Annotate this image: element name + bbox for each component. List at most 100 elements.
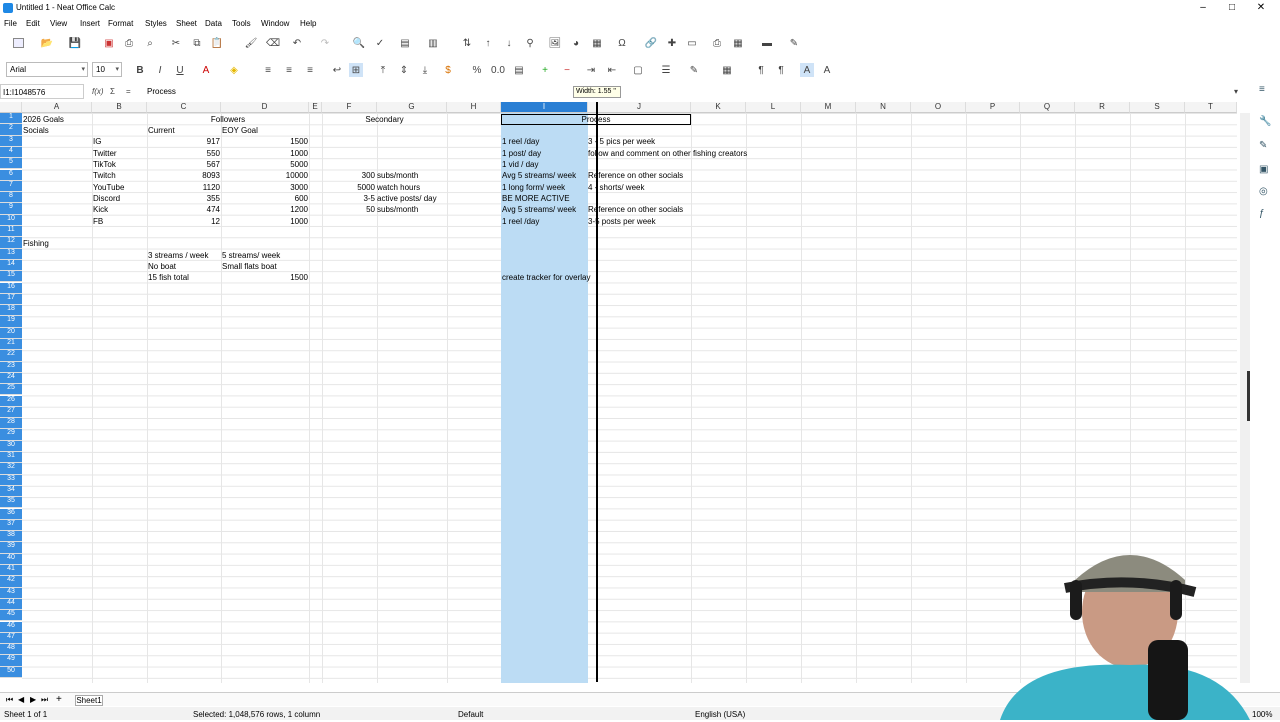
insert-image-icon[interactable]: 🖼 bbox=[548, 36, 562, 50]
delete-decimal-icon[interactable]: − bbox=[560, 63, 574, 77]
row-header[interactable]: 14 bbox=[0, 259, 22, 272]
menu-edit[interactable]: Edit bbox=[26, 19, 40, 28]
formatting-marks-icon[interactable]: ¶ bbox=[754, 63, 768, 77]
cell-c9[interactable]: 474 bbox=[147, 204, 220, 215]
cell-b6[interactable]: Twitch bbox=[93, 170, 116, 181]
col-header-c[interactable]: C bbox=[147, 102, 221, 113]
cell-c6[interactable]: 8093 bbox=[147, 170, 220, 181]
scrollbar-thumb[interactable] bbox=[1247, 371, 1250, 421]
col-header-d[interactable]: D bbox=[221, 102, 309, 113]
row-header[interactable]: 18 bbox=[0, 305, 22, 317]
navigator-icon[interactable]: ◎ bbox=[1259, 186, 1273, 200]
row-header[interactable]: 28 bbox=[0, 418, 22, 430]
cell-j6[interactable]: Reference on other socials bbox=[588, 170, 683, 181]
cell-c13[interactable]: 3 streams / week bbox=[148, 250, 208, 261]
cell-f1[interactable]: Secondary bbox=[322, 114, 447, 125]
row-header[interactable]: 16 bbox=[0, 282, 22, 294]
cell-b8[interactable]: Discord bbox=[93, 193, 120, 204]
conditional-format-icon[interactable]: ▦ bbox=[720, 63, 734, 77]
close-icon[interactable]: ✕ bbox=[1254, 2, 1268, 13]
row-header[interactable]: 26 bbox=[0, 395, 22, 407]
add-sheet-icon[interactable]: + bbox=[56, 694, 62, 705]
maximize-icon[interactable]: □ bbox=[1225, 2, 1239, 13]
gallery-icon[interactable]: ▣ bbox=[1259, 164, 1273, 178]
chevron-down-icon[interactable]: ▾ bbox=[81, 65, 85, 73]
clone-formatting-icon[interactable]: 🖌 bbox=[244, 36, 258, 50]
col-header-j[interactable]: J bbox=[588, 102, 691, 113]
cell-c8[interactable]: 355 bbox=[147, 193, 220, 204]
cell-c1[interactable]: Followers bbox=[147, 114, 309, 125]
cell-i6[interactable]: Avg 5 streams/ week bbox=[502, 170, 576, 181]
special-character-icon[interactable]: Ω bbox=[615, 36, 629, 50]
tab-sheet1[interactable]: Sheet1 bbox=[75, 695, 103, 706]
text-wrap-icon[interactable]: A bbox=[800, 63, 814, 77]
percent-icon[interactable]: % bbox=[470, 63, 484, 77]
cell-d2[interactable]: EOY Goal bbox=[222, 125, 258, 136]
cell-j3[interactable]: 3 - 5 pics per week bbox=[588, 136, 655, 147]
menu-file[interactable]: File bbox=[4, 19, 17, 28]
cell-g6[interactable]: subs/month bbox=[377, 170, 418, 181]
header-footer-icon[interactable]: ▭ bbox=[685, 36, 699, 50]
row-header[interactable]: 37 bbox=[0, 519, 22, 532]
comment-icon[interactable]: ✚ bbox=[665, 36, 679, 50]
prev-sheet-icon[interactable]: ◀ bbox=[18, 695, 24, 704]
cell-d10[interactable]: 1000 bbox=[221, 216, 308, 227]
define-print-area-icon[interactable]: ⎙ bbox=[710, 36, 724, 50]
row-header[interactable]: 22 bbox=[0, 350, 22, 362]
cell-g9[interactable]: subs/month bbox=[377, 204, 418, 215]
copy-icon[interactable]: ⧉ bbox=[190, 36, 204, 50]
clear-formatting-icon[interactable]: ⌫ bbox=[266, 36, 280, 50]
cell-c10[interactable]: 12 bbox=[147, 216, 220, 227]
font-name-combo[interactable]: Arial ▾ bbox=[6, 62, 88, 77]
row-header[interactable]: 33 bbox=[0, 474, 22, 486]
decrease-indent-icon[interactable]: ⇤ bbox=[605, 63, 619, 77]
col-header-g[interactable]: G bbox=[377, 102, 447, 113]
col-header-s[interactable]: S bbox=[1130, 102, 1185, 113]
col-header-r[interactable]: R bbox=[1075, 102, 1130, 113]
row-header[interactable]: 44 bbox=[0, 598, 22, 611]
menu-sheet[interactable]: Sheet bbox=[176, 19, 197, 28]
new-icon[interactable] bbox=[11, 36, 25, 50]
sum-icon[interactable]: Σ bbox=[110, 87, 115, 96]
col-header-f[interactable]: F bbox=[322, 102, 377, 113]
row-header[interactable]: 3 bbox=[0, 135, 22, 147]
cell-b5[interactable]: TikTok bbox=[93, 159, 116, 170]
align-middle-icon[interactable]: ⇕ bbox=[397, 63, 411, 77]
font-size-combo[interactable]: 10 ▾ bbox=[92, 62, 122, 77]
cell-d5[interactable]: 5000 bbox=[221, 159, 308, 170]
col-header-k[interactable]: K bbox=[691, 102, 746, 113]
cell-f6[interactable]: 300 bbox=[322, 170, 375, 181]
add-decimal-icon[interactable]: + bbox=[538, 63, 552, 77]
row-header[interactable]: 49 bbox=[0, 655, 22, 667]
col-header-a[interactable]: A bbox=[22, 102, 92, 113]
text-direction-icon[interactable]: ¶ bbox=[774, 63, 788, 77]
cell-a12[interactable]: Fishing bbox=[23, 238, 49, 249]
date-format-icon[interactable]: ▤ bbox=[512, 63, 526, 77]
functions-icon[interactable]: ƒ bbox=[1259, 208, 1273, 222]
highlight-color-icon[interactable]: ◈ bbox=[227, 63, 241, 77]
menu-tools[interactable]: Tools bbox=[232, 19, 251, 28]
col-header-p[interactable]: P bbox=[966, 102, 1020, 113]
number-format-icon[interactable]: 0.0 bbox=[491, 63, 505, 77]
menu-icon[interactable]: ≡ bbox=[1259, 84, 1273, 98]
name-box[interactable]: I1:I1048576 bbox=[0, 84, 84, 99]
sort-icon[interactable]: ⇅ bbox=[460, 36, 474, 50]
cell-b3[interactable]: IG bbox=[93, 136, 101, 147]
row-header[interactable]: 24 bbox=[0, 372, 22, 385]
row-header[interactable]: 32 bbox=[0, 463, 22, 475]
col-header-o[interactable]: O bbox=[911, 102, 966, 113]
row-header[interactable]: 48 bbox=[0, 644, 22, 656]
menu-data[interactable]: Data bbox=[205, 19, 222, 28]
cell-b7[interactable]: YouTube bbox=[93, 182, 124, 193]
cell-d3[interactable]: 1500 bbox=[221, 136, 308, 147]
row-header[interactable]: 40 bbox=[0, 553, 22, 565]
row-header[interactable]: 10 bbox=[0, 214, 22, 226]
row-header[interactable]: 35 bbox=[0, 497, 22, 509]
row-header[interactable]: 12 bbox=[0, 237, 22, 249]
row-header[interactable]: 31 bbox=[0, 452, 22, 464]
cell-f9[interactable]: 50 bbox=[322, 204, 375, 215]
col-header-h[interactable]: H bbox=[447, 102, 501, 113]
status-zoom[interactable]: 100% bbox=[1252, 710, 1272, 719]
border-style-icon[interactable]: ☰ bbox=[659, 63, 673, 77]
row-header[interactable]: 36 bbox=[0, 508, 22, 520]
